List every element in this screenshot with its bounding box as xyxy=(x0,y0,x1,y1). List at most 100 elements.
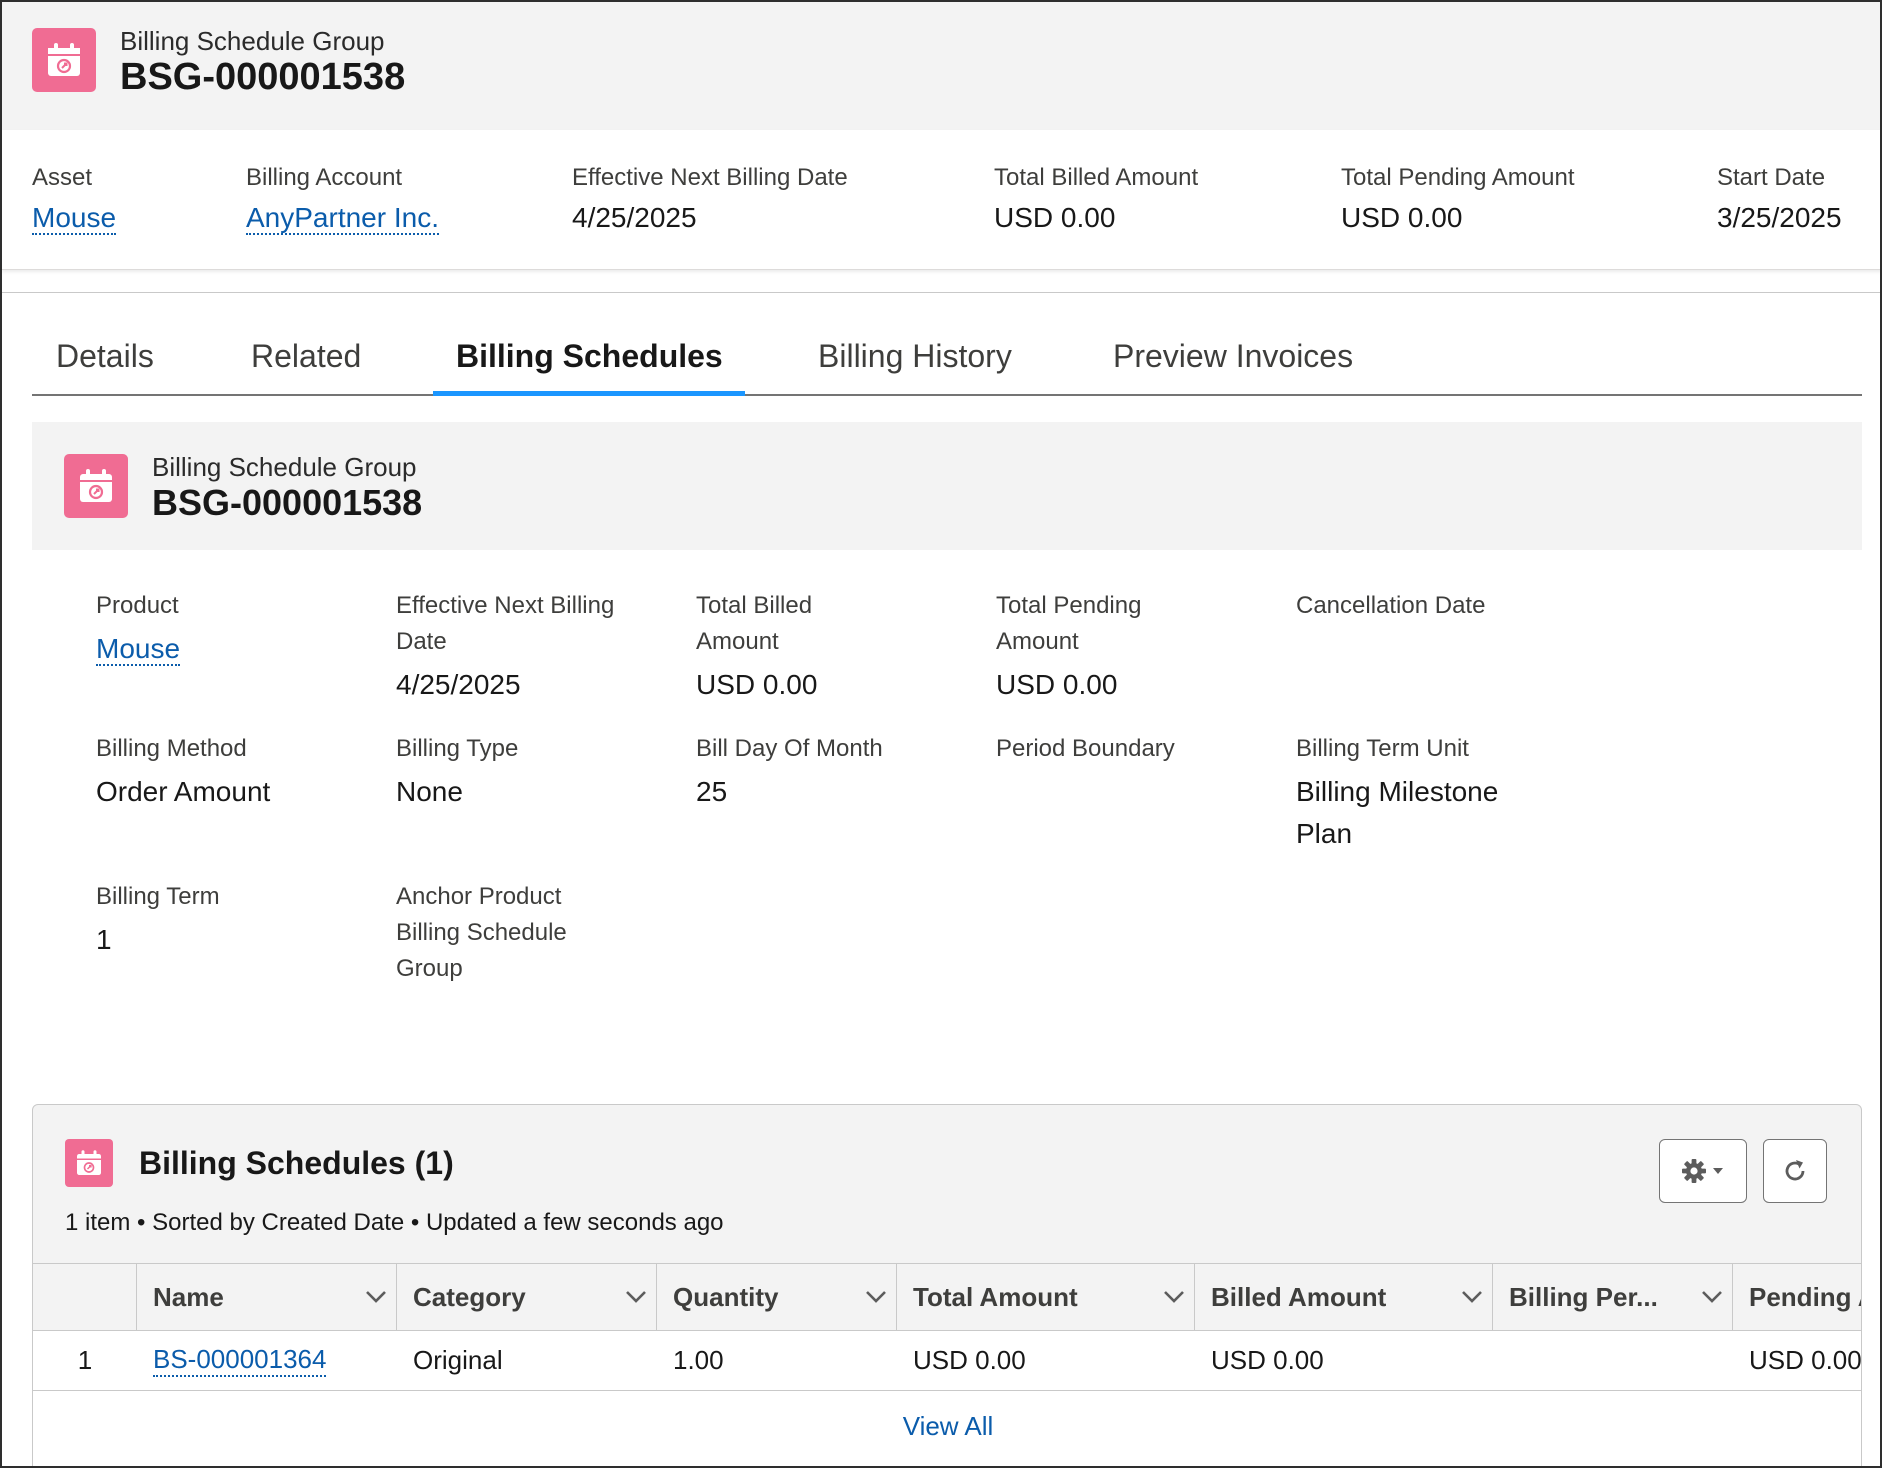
field-label: Total Pending Amount xyxy=(996,592,1142,655)
product-link[interactable]: Mouse xyxy=(96,633,181,666)
cell-billing-period xyxy=(1493,1331,1733,1390)
highlight-label: Asset xyxy=(32,164,93,191)
chevron-down-icon[interactable] xyxy=(616,1290,656,1304)
field-next-billing-date: Effective Next Billing Date 4/25/2025 xyxy=(396,588,626,706)
billing-account-link[interactable]: AnyPartner Inc. xyxy=(246,202,439,235)
cell-total-amount: USD 0.00 xyxy=(913,1345,1026,1375)
column-header-pending-amount[interactable]: Pending A xyxy=(1733,1264,1861,1330)
tab-bar: Details Related Billing Schedules Billin… xyxy=(32,332,1862,396)
chevron-down-icon[interactable] xyxy=(856,1290,896,1304)
billing-schedules-table: Name Category Quantity Total Amount Bill… xyxy=(33,1263,1862,1466)
field-anchor-product: Anchor Product Billing Schedule Group xyxy=(396,879,606,991)
active-tab-indicator xyxy=(433,391,745,396)
field-cancellation-date: Cancellation Date xyxy=(1296,588,1576,628)
column-header-name[interactable]: Name xyxy=(137,1264,397,1330)
refresh-button[interactable] xyxy=(1763,1139,1827,1203)
field-label: Cancellation Date xyxy=(1296,592,1486,619)
field-value: 4/25/2025 xyxy=(396,669,521,700)
table-header: Name Category Quantity Total Amount Bill… xyxy=(33,1263,1861,1331)
refresh-icon xyxy=(1785,1160,1805,1181)
field-label: Effective Next Billing Date xyxy=(396,592,615,655)
highlights-panel: Asset Mouse Billing Account AnyPartner I… xyxy=(2,130,1880,270)
asset-link[interactable]: Mouse xyxy=(32,202,117,235)
field-billing-method: Billing Method Order Amount xyxy=(96,731,376,813)
highlight-total-pending: Total Pending Amount USD 0.00 xyxy=(1341,164,1575,234)
column-header-billed-amount[interactable]: Billed Amount xyxy=(1195,1264,1493,1330)
cell-billed-amount: USD 0.00 xyxy=(1211,1345,1324,1375)
card-record-title: BSG-000001538 xyxy=(152,482,423,523)
chevron-down-icon[interactable] xyxy=(1692,1290,1732,1304)
view-all-bar: View All xyxy=(33,1391,1861,1466)
highlight-value: 4/25/2025 xyxy=(572,202,697,233)
view-all-link[interactable]: View All xyxy=(903,1411,994,1442)
tab-billing-schedules[interactable]: Billing Schedules xyxy=(456,338,723,394)
highlight-value: 3/25/2025 xyxy=(1717,202,1842,233)
caret-down-icon xyxy=(1713,1168,1723,1174)
cell-quantity: 1.00 xyxy=(673,1345,724,1375)
tab-related[interactable]: Related xyxy=(251,338,361,394)
highlight-label: Total Billed Amount xyxy=(994,164,1199,191)
highlight-label: Total Pending Amount xyxy=(1341,164,1575,191)
divider xyxy=(2,292,1880,293)
column-header-total-amount[interactable]: Total Amount xyxy=(897,1264,1195,1330)
highlight-asset: Asset Mouse xyxy=(32,164,117,235)
highlight-value: USD 0.00 xyxy=(994,202,1116,233)
related-list-title[interactable]: Billing Schedules (1) xyxy=(139,1145,454,1182)
record-page: Billing Schedule Group BSG-000001538 Ass… xyxy=(0,0,1882,1468)
card-object-type: Billing Schedule Group xyxy=(152,452,417,482)
highlight-start-date: Start Date 3/25/2025 xyxy=(1717,164,1842,234)
column-header-billing-period[interactable]: Billing Per... xyxy=(1493,1264,1733,1330)
chevron-down-icon[interactable] xyxy=(356,1290,396,1304)
field-value: Order Amount xyxy=(96,776,271,807)
field-label: Billing Method xyxy=(96,735,247,762)
field-billing-term-unit: Billing Term Unit Billing Milestone Plan xyxy=(1296,731,1536,855)
billing-schedules-related-list: Billing Schedules (1) 1 item • Sorted by… xyxy=(32,1104,1862,1466)
highlight-label: Start Date xyxy=(1717,164,1826,191)
cell-category: Original xyxy=(413,1345,503,1375)
row-number-header xyxy=(33,1264,137,1330)
billing-schedule-icon xyxy=(32,28,96,92)
chevron-down-icon[interactable] xyxy=(1452,1290,1492,1304)
field-bill-day-of-month: Bill Day Of Month 25 xyxy=(696,731,976,813)
field-value: None xyxy=(396,776,463,807)
field-value: USD 0.00 xyxy=(996,669,1118,700)
field-value: 1 xyxy=(96,924,112,955)
card-header: Billing Schedule Group BSG-000001538 xyxy=(32,422,1862,550)
tab-preview-invoices[interactable]: Preview Invoices xyxy=(1113,338,1353,394)
highlight-label: Billing Account xyxy=(246,164,403,191)
billing-schedule-icon xyxy=(64,454,128,518)
column-header-quantity[interactable]: Quantity xyxy=(657,1264,897,1330)
field-value: USD 0.00 xyxy=(696,669,818,700)
tab-billing-history[interactable]: Billing History xyxy=(818,338,1012,394)
record-header: Billing Schedule Group BSG-000001538 xyxy=(2,2,1880,130)
highlight-label: Effective Next Billing Date xyxy=(572,164,848,191)
billing-schedule-link[interactable]: BS-000001364 xyxy=(153,1344,327,1377)
highlight-billing-account: Billing Account AnyPartner Inc. xyxy=(246,164,439,235)
field-label: Billing Type xyxy=(396,735,519,762)
record-title: BSG-000001538 xyxy=(120,56,406,98)
highlight-next-billing-date: Effective Next Billing Date 4/25/2025 xyxy=(572,164,848,234)
field-label: Billing Term xyxy=(96,883,220,910)
field-value: Billing Milestone Plan xyxy=(1296,776,1499,849)
billing-schedule-icon xyxy=(65,1139,113,1187)
chevron-down-icon[interactable] xyxy=(1154,1290,1194,1304)
cell-pending-amount: USD 0.00 xyxy=(1749,1345,1862,1375)
field-label: Total Billed Amount xyxy=(696,592,813,655)
related-list-meta: 1 item • Sorted by Created Date • Update… xyxy=(65,1209,724,1236)
field-label: Bill Day Of Month xyxy=(696,735,883,762)
field-value: 25 xyxy=(696,776,728,807)
object-type-label: Billing Schedule Group xyxy=(120,26,385,56)
field-label: Period Boundary xyxy=(996,735,1175,762)
row-number: 1 xyxy=(77,1345,93,1375)
field-label: Billing Term Unit xyxy=(1296,735,1469,762)
field-total-billed: Total Billed Amount USD 0.00 xyxy=(696,588,896,706)
field-total-pending: Total Pending Amount USD 0.00 xyxy=(996,588,1196,706)
field-label: Product xyxy=(96,592,179,619)
table-row: 1 BS-000001364 Original 1.00 USD 0.00 US… xyxy=(33,1331,1862,1391)
tab-details[interactable]: Details xyxy=(56,338,154,394)
list-settings-button[interactable] xyxy=(1659,1139,1747,1203)
column-header-category[interactable]: Category xyxy=(397,1264,657,1330)
gear-icon xyxy=(1682,1159,1723,1183)
highlight-total-billed: Total Billed Amount USD 0.00 xyxy=(994,164,1198,234)
field-label: Anchor Product Billing Schedule Group xyxy=(396,883,567,982)
